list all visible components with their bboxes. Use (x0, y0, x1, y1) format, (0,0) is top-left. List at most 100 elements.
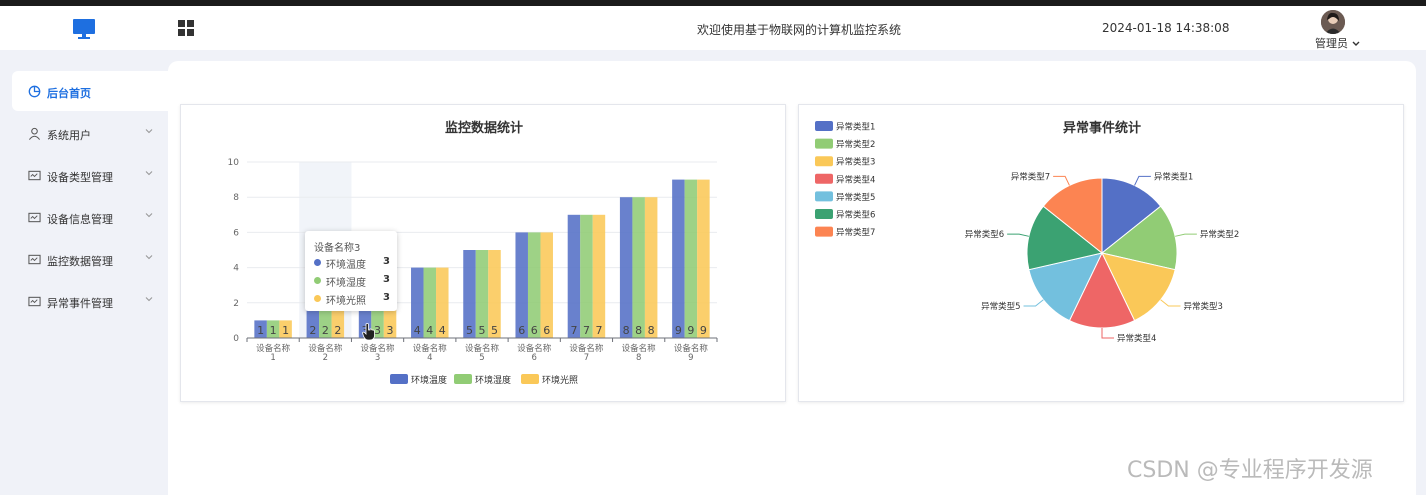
legend-swatch (815, 191, 833, 202)
tooltip-series-name: 环境温度 (326, 260, 366, 271)
watermark-text: CSDN @专业程序开发源 (1127, 458, 1373, 483)
bar-data-label: 1 (257, 324, 264, 337)
chevron-down-icon (145, 129, 153, 134)
bar-data-label: 6 (518, 324, 525, 337)
bar (672, 179, 685, 338)
bar (684, 179, 698, 338)
legend-swatch (815, 226, 833, 237)
legend-label: 异常类型7 (836, 227, 875, 238)
legend-item[interactable]: 异常类型1 (815, 121, 875, 133)
pie-label-line (1007, 233, 1029, 237)
pie-label-line (1175, 233, 1197, 237)
chevron-down-icon (145, 297, 153, 302)
grid-icon[interactable] (178, 20, 194, 36)
legend-item[interactable]: 异常类型4 (815, 173, 875, 186)
tooltip-row: 环境光照 3 (314, 292, 390, 307)
grid-icon-cell (178, 29, 185, 36)
sidebar-item-label: 监控数据管理 (47, 255, 113, 268)
legend-label: 环境温度 (411, 374, 447, 386)
y-tick-label: 10 (228, 158, 240, 168)
legend-item[interactable]: 异常类型6 (815, 209, 875, 221)
legend-swatch (815, 173, 833, 184)
sidebar: 后台首页 系统用户 设备类型管理 设备信息管理 监控数据管理 异常事件管理 (0, 50, 168, 495)
series-dot (314, 277, 321, 284)
sidebar-item-device-types[interactable]: 设备类型管理 (12, 155, 168, 195)
monitor-icon[interactable] (72, 17, 96, 41)
bar (567, 214, 581, 338)
bar-data-label: 5 (479, 324, 486, 337)
pie-chart[interactable]: 异常事件统计 异常类型1 异常类型2 异常类型3 异常类型4 异常类型5 异常类型6 异常类型… (799, 105, 1405, 403)
sidebar-item-anomaly-events[interactable]: 异常事件管理 (12, 281, 168, 321)
x-tick-label: 1 (270, 353, 275, 363)
tooltip-series-value: 3 (383, 256, 390, 267)
legend-label: 异常类型3 (836, 157, 875, 168)
legend-item[interactable]: 环境光照 (521, 374, 578, 386)
tooltip-row: 环境温度 3 (314, 256, 390, 271)
chart-title: 异常事件统计 (1063, 120, 1141, 136)
series-dot (314, 259, 321, 266)
hand-cursor-icon (362, 323, 375, 341)
sidebar-item-home[interactable]: 后台首页 (12, 71, 168, 111)
legend-label: 异常类型6 (836, 210, 875, 221)
pie-label-line (1101, 328, 1114, 339)
chevron-down-icon (145, 171, 153, 176)
user-label[interactable]: 管理员 (1315, 35, 1360, 51)
sidebar-item-label: 异常事件管理 (47, 297, 113, 310)
card-icon (28, 254, 41, 265)
legend-label: 环境光照 (542, 374, 578, 386)
y-tick-label: 2 (233, 299, 239, 309)
bar-data-label: 6 (531, 324, 538, 337)
chevron-down-icon (145, 213, 153, 218)
bar (632, 197, 645, 338)
pie-label-line (1160, 299, 1181, 307)
sidebar-item-monitor-data[interactable]: 监控数据管理 (12, 239, 168, 279)
bar-chart-card: 监控数据统计 0 2 4 6 8 10 1 2 3 4 5 6 7 8 9 1 2 3 4 5 6 7 8 9 1 2 3 4 5 6 7 8 9… (180, 104, 786, 402)
x-tick-label: 4 (427, 353, 432, 363)
pie-slice-label: 异常类型3 (1183, 301, 1222, 312)
bar (619, 197, 633, 338)
avatar[interactable] (1321, 10, 1345, 34)
sidebar-item-label: 后台首页 (47, 87, 91, 100)
sidebar-item-system-users[interactable]: 系统用户 (12, 113, 168, 153)
tooltip-series-value: 3 (383, 274, 390, 285)
grid-icon-cell (187, 29, 194, 36)
x-tick-label: 9 (688, 353, 693, 363)
x-tick-label: 7 (584, 353, 589, 363)
bar-data-label: 5 (491, 324, 498, 337)
pie-label-line (1134, 175, 1151, 186)
bar-data-label: 7 (583, 324, 590, 337)
pie-label-line (1053, 175, 1070, 186)
legend-item[interactable]: 异常类型2 (815, 138, 875, 151)
bar-data-label: 8 (635, 324, 642, 337)
user-menu[interactable]: 管理员 (1312, 10, 1364, 50)
legend-item[interactable]: 环境温度 (390, 374, 447, 386)
tooltip-series-value: 3 (383, 292, 390, 303)
legend-item[interactable]: 环境湿度 (454, 374, 511, 386)
legend-item[interactable]: 异常类型3 (815, 156, 875, 168)
legend-item[interactable]: 异常类型5 (815, 191, 875, 203)
dashboard-icon (28, 85, 41, 98)
card-icon (28, 296, 41, 307)
bar-chart[interactable]: 监控数据统计02468101 2 3 4 5 6 7 8 91 2 3 4 5 6 7 8 91 2 3 4 5 6 7 8 9… (181, 105, 787, 403)
bar (592, 214, 606, 338)
tooltip-row: 环境湿度 3 (314, 274, 390, 289)
y-tick-label: 6 (233, 228, 239, 238)
bar-data-label: 2 (322, 324, 329, 337)
user-name-text: 管理员 (1315, 37, 1348, 50)
bar-data-label: 6 (543, 324, 550, 337)
x-tick-label: 3 (375, 353, 380, 363)
legend-item[interactable]: 异常类型7 (815, 226, 875, 239)
bar-data-label: 9 (687, 324, 694, 337)
tooltip-series-name: 环境湿度 (326, 278, 366, 289)
x-tick-label: 5 (479, 353, 484, 363)
pie-slice-label: 异常类型6 (965, 229, 1004, 240)
sidebar-item-device-info[interactable]: 设备信息管理 (12, 197, 168, 237)
bar-data-label: 2 (309, 324, 316, 337)
chart-tooltip: 设备名称3 环境温度 3 环境湿度 3 环境光照 3 (305, 231, 397, 311)
bar-data-label: 4 (426, 324, 433, 337)
grid-icon-cell (187, 20, 194, 27)
pie-slice-label: 异常类型5 (981, 301, 1020, 312)
bar (540, 232, 553, 338)
y-tick-label: 0 (233, 334, 239, 344)
chart-title: 监控数据统计 (445, 120, 523, 136)
